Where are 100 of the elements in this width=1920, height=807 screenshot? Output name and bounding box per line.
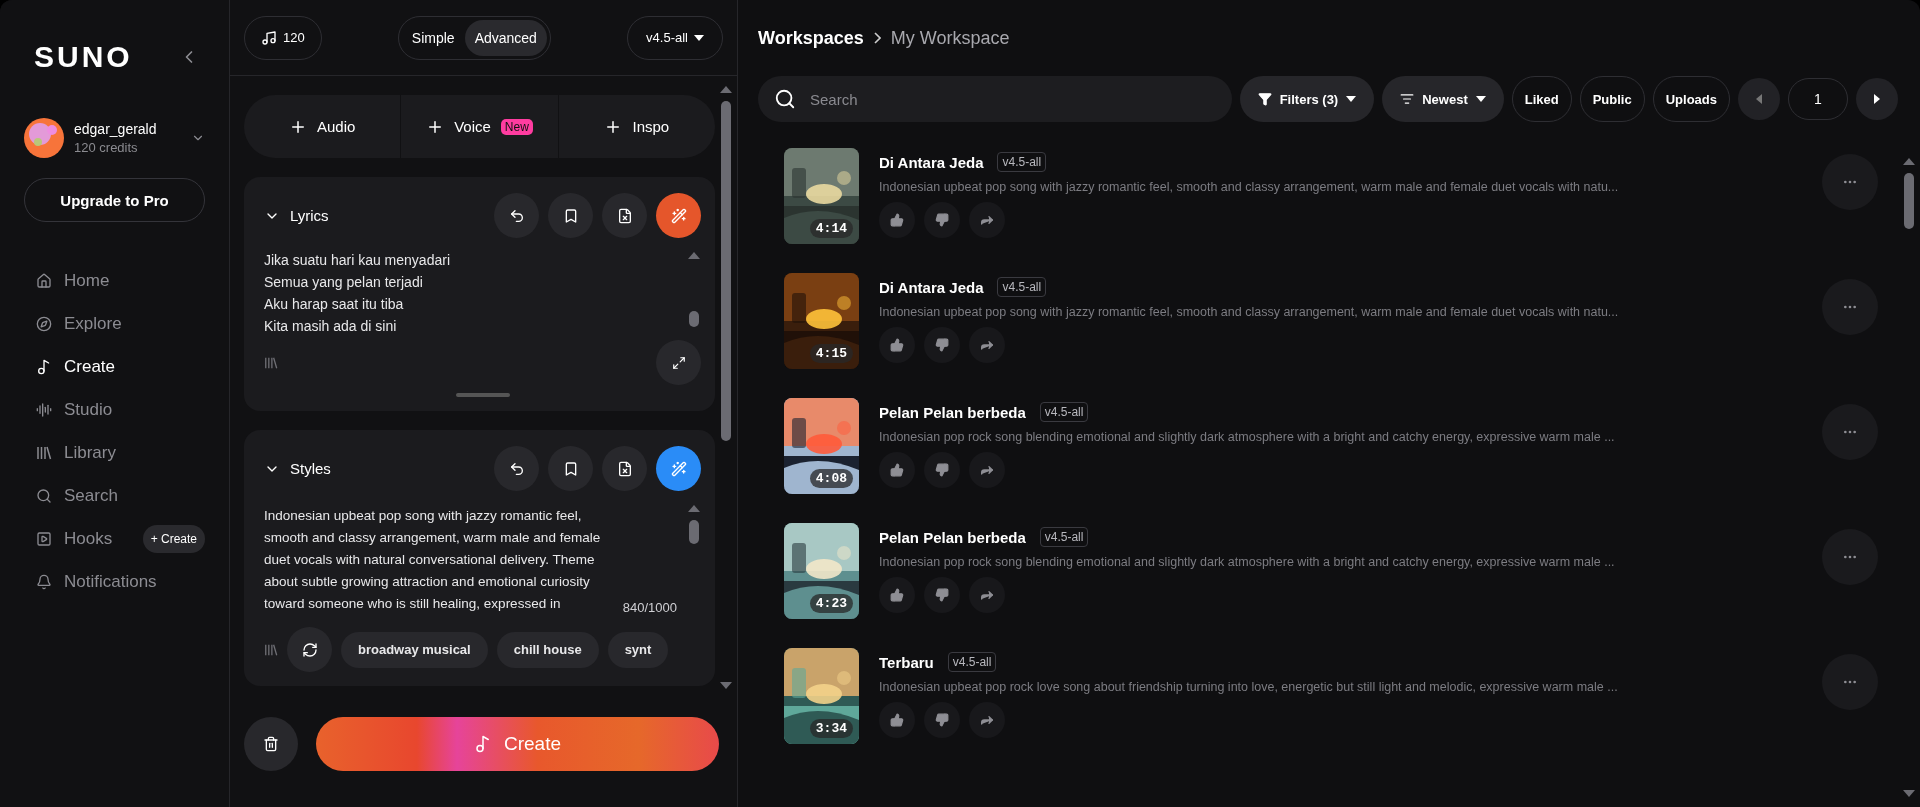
waveform-icon [36,401,52,418]
lyrics-line: Aku harap saat itu tiba [264,296,405,312]
compass-icon [36,315,52,332]
share-button[interactable] [969,577,1005,613]
nav-item[interactable]: Studio [24,389,205,430]
lyrics-line: Kita masih ada di sini [264,318,398,334]
song-title[interactable]: Di Antara Jeda [879,278,984,296]
undo-button[interactable] [494,446,539,491]
new-badge: New [500,118,533,135]
bookmark-button[interactable] [548,193,593,238]
share-button[interactable] [969,702,1005,738]
song-thumbnail[interactable]: 4:14 [784,148,859,244]
share-button[interactable] [969,202,1005,238]
mode-tab[interactable]: Simple [401,19,465,56]
character-counter: 840/1000 [622,600,677,615]
nav-item[interactable]: Notifications [24,561,205,602]
breadcrumb-link[interactable]: Workspaces [758,27,864,49]
song-thumbnail[interactable]: 3:34 [784,648,859,744]
dislike-button[interactable] [924,202,960,238]
clear-button[interactable] [602,193,647,238]
share-button[interactable] [969,452,1005,488]
song-title[interactable]: Pelan Pelan berbeda [879,528,1026,546]
nav-item[interactable]: Create [24,346,205,387]
like-button[interactable] [879,452,915,488]
library-icon [264,642,278,657]
version-tag: v4.5-all [1039,527,1089,547]
magic-wand-icon [670,207,687,224]
thumbs-up-icon [890,213,904,227]
nav-item[interactable]: Hooks + Create [24,518,205,559]
nav-item[interactable]: Home [24,260,205,301]
filters-dropdown[interactable]: Filters (3) [1239,76,1375,122]
search-field[interactable]: Search [758,76,1232,122]
undo-button[interactable] [494,193,539,238]
magic-wand-button[interactable] [656,193,701,238]
style-tag[interactable]: chill house [496,631,599,668]
dislike-button[interactable] [924,452,960,488]
library-icon [36,444,52,461]
add-button[interactable]: Voice New [401,95,558,158]
share-button[interactable] [969,327,1005,363]
undo-icon [508,207,525,224]
add-button[interactable]: Inspo [558,95,715,158]
song-description: Indonesian upbeat pop rock love song about friendship turning into love, energetic but still light and melodic, expressive warm male ... [879,680,1619,694]
nav-item[interactable]: Library [24,432,205,473]
dislike-button[interactable] [924,577,960,613]
lyrics-field[interactable]: Jika suatu hari kau menyadari Semua yang pelan terjadi Aku harap saat itu tiba Kita masih ada di sini [264,252,677,334]
magic-wand-button[interactable] [656,446,701,491]
section-toggle[interactable]: Styles [264,460,485,477]
refresh-icon [301,641,318,658]
styles-field[interactable]: Indonesian upbeat pop song with jazzy romantic feel, smooth and classy arrangement, warm male and female duet vocals with natural conversational delivery. Theme about subtle growing attraction and emotional curiosity toward someone who is still healing, expressed in [264,505,613,615]
expand-icon [671,355,686,370]
bookmark-button[interactable] [548,446,593,491]
thumbs-down-icon [935,213,949,227]
song-thumbnail[interactable]: 4:23 [784,523,859,619]
song-thumbnail[interactable]: 4:08 [784,398,859,494]
song-thumbnail[interactable]: 4:15 [784,273,859,369]
logo[interactable]: SUNO [34,40,133,74]
mode-tab[interactable]: Advanced [464,19,547,56]
play-square-icon [36,530,52,547]
version-tag: v4.5-all [997,152,1047,172]
music-note-icon [261,29,277,46]
filter-icon [1257,92,1272,106]
version-tag: v4.5-all [997,277,1047,297]
song-title[interactable]: Pelan Pelan berbeda [879,403,1026,421]
sort-dropdown[interactable]: Newest [1382,76,1504,122]
undo-icon [508,460,525,477]
user-name: edgar_gerald [74,121,158,137]
nav-item[interactable]: Search [24,475,205,516]
like-button[interactable] [879,202,915,238]
trash-icon [263,736,279,752]
create-button[interactable]: Create [316,717,719,771]
search-icon [774,88,796,110]
version-tag: v4.5-all [1039,402,1089,422]
like-button[interactable] [879,702,915,738]
create-hook-button[interactable]: + Create [142,524,205,553]
like-button[interactable] [879,577,915,613]
song-description: Indonesian pop rock song blending emotional and slightly dark atmosphere with a bright and catchy energy, expressive warm male ... [879,555,1616,569]
left-arrow-icon [1756,94,1762,104]
add-button[interactable]: Audio [244,95,401,158]
like-button[interactable] [879,327,915,363]
music-note-icon [474,735,492,753]
expand-button[interactable] [656,340,701,385]
clear-button[interactable] [602,446,647,491]
dislike-button[interactable] [924,702,960,738]
avatar[interactable] [24,118,64,158]
refresh-button[interactable] [287,627,332,672]
nav-item[interactable]: Explore [24,303,205,344]
breadcrumb-link[interactable]: My Workspace [890,27,1010,49]
song-title[interactable]: Di Antara Jeda [879,153,984,171]
search-icon [36,487,52,504]
resize-handle[interactable] [455,393,510,397]
thumbs-up-icon [890,338,904,352]
thumbs-down-icon [935,338,949,352]
section-toggle[interactable]: Lyrics [264,207,485,224]
song-title[interactable]: Terbaru [879,653,934,671]
dislike-button[interactable] [924,327,960,363]
delete-button[interactable] [244,717,298,771]
style-tag[interactable]: broadway musical [341,631,488,668]
style-tag[interactable]: synt [607,631,669,668]
caret-icon [1475,96,1486,102]
chevron-icon [873,32,881,44]
